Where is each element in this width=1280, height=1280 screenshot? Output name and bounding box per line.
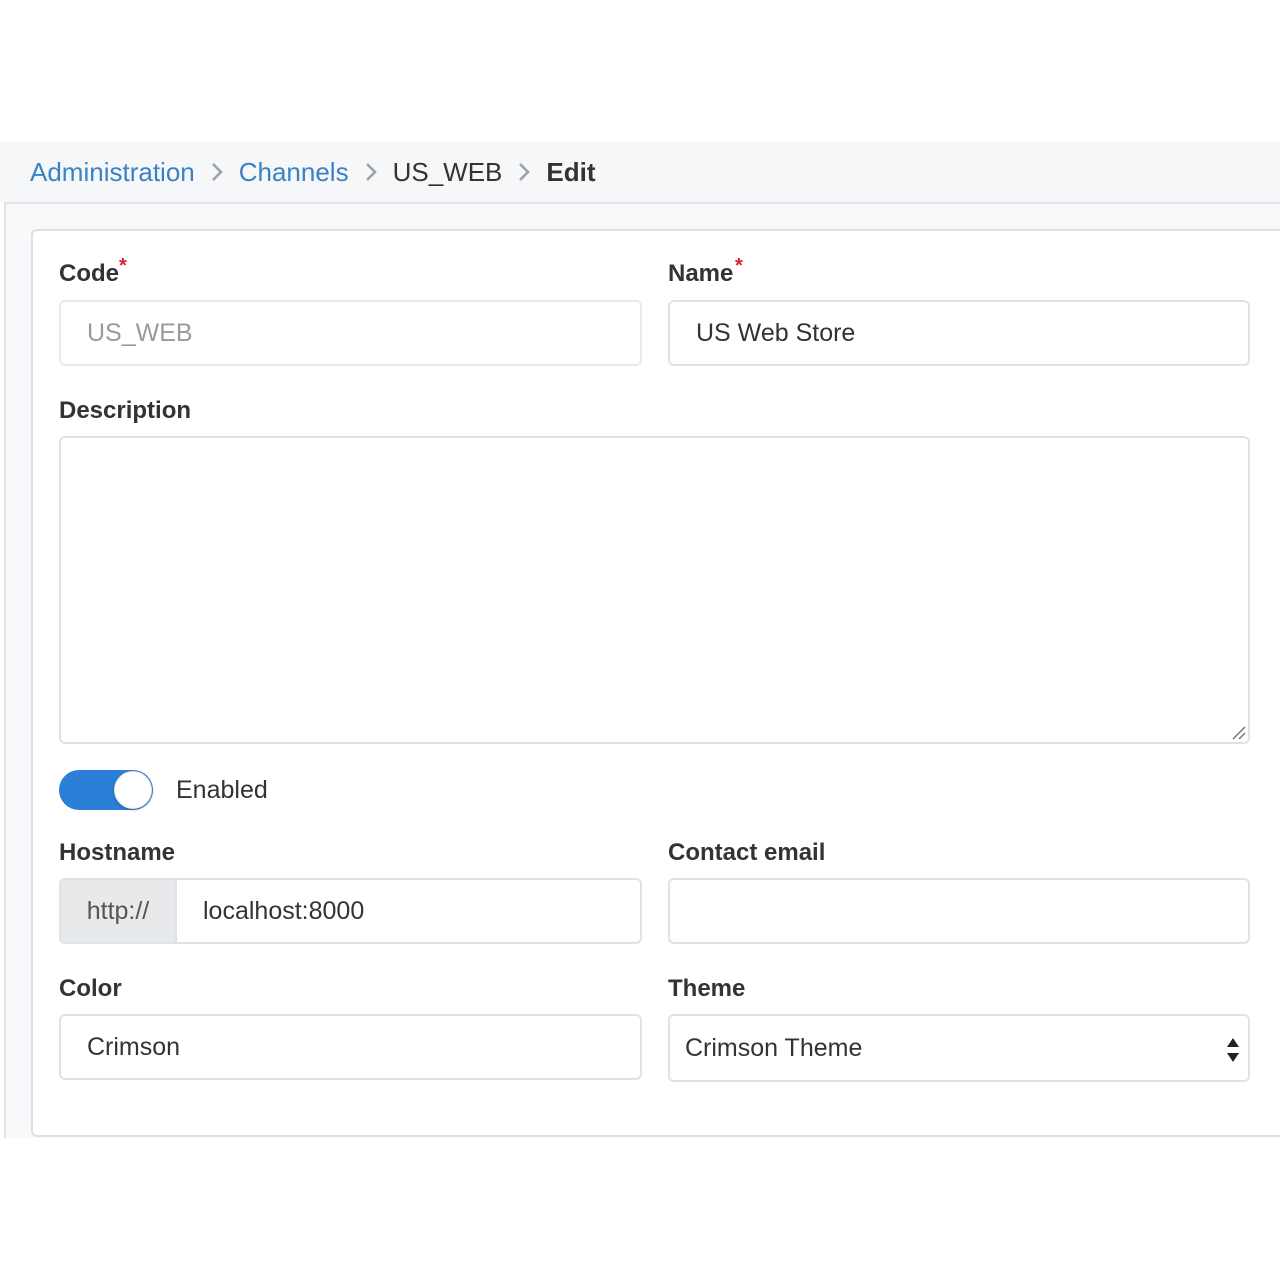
enabled-toggle[interactable] bbox=[59, 770, 153, 810]
theme-label: Theme bbox=[668, 975, 746, 1002]
toggle-knob bbox=[114, 771, 152, 809]
theme-selected-value: Crimson Theme bbox=[685, 1033, 863, 1062]
hostname-label: Hostname bbox=[59, 839, 176, 866]
required-star: * bbox=[119, 255, 127, 277]
breadcrumb-current-edit: Edit bbox=[546, 156, 596, 187]
hostname-input[interactable] bbox=[175, 878, 642, 944]
updown-arrows-icon bbox=[1227, 1038, 1239, 1062]
code-label: Code bbox=[59, 260, 119, 287]
code-input[interactable] bbox=[59, 300, 642, 366]
breadcrumb-administration[interactable]: Administration bbox=[30, 157, 195, 188]
chevron-right-icon bbox=[365, 162, 377, 182]
breadcrumb-us-web: US_WEB bbox=[392, 156, 503, 187]
enabled-label: Enabled bbox=[176, 776, 268, 804]
chevron-right-icon bbox=[518, 162, 531, 182]
hostname-prefix: http:// bbox=[59, 878, 175, 944]
description-textarea[interactable] bbox=[59, 436, 1250, 744]
breadcrumb-channels[interactable]: Channels bbox=[239, 157, 349, 188]
name-label: Name bbox=[668, 260, 734, 287]
theme-select[interactable]: Crimson Theme bbox=[668, 1014, 1250, 1082]
contact-email-input[interactable] bbox=[668, 878, 1250, 944]
required-star: * bbox=[735, 255, 743, 277]
color-input[interactable] bbox=[59, 1014, 642, 1080]
resize-grip-icon[interactable] bbox=[1230, 726, 1246, 740]
breadcrumb: Administration Channels US_WEB Edit bbox=[0, 142, 1280, 202]
color-label: Color bbox=[59, 975, 122, 1002]
description-label: Description bbox=[59, 397, 192, 424]
chevron-right-icon bbox=[211, 162, 223, 182]
name-input[interactable] bbox=[668, 300, 1250, 366]
contact-email-label: Contact email bbox=[668, 839, 826, 866]
